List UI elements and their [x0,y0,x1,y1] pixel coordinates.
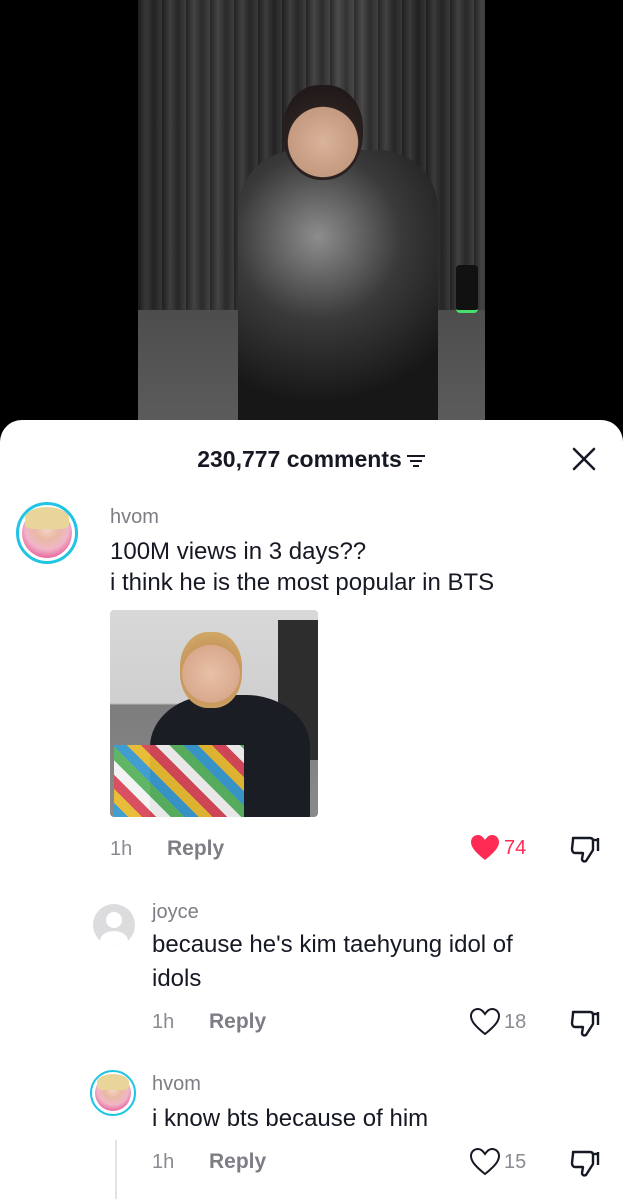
thumbs-down-icon[interactable] [570,834,600,864]
avatar[interactable] [93,904,135,946]
reply-button[interactable]: Reply [209,1150,266,1174]
reply-button[interactable]: Reply [209,1010,266,1034]
like-count: 15 [504,1150,527,1173]
comment-time: 1h [152,1151,175,1173]
comment-attached-image[interactable] [110,610,318,817]
speaker-device [456,265,478,313]
thumbs-down-icon[interactable] [570,1148,600,1178]
comment-text-line: idols [152,965,202,992]
reply-comment-item: joyce because he's kim taehyung idol of … [0,880,623,1070]
performer-head [283,85,363,180]
avatar-hair [97,1074,129,1090]
avatar[interactable] [16,502,78,564]
like-button[interactable]: 74 [470,834,526,862]
comment-item: hvom 100M views in 3 days?? i think he i… [0,420,623,880]
comment-time: 1h [110,838,133,860]
comment-username[interactable]: hvom [110,506,159,529]
comment-text-line: i know bts because of him [152,1105,429,1132]
comment-text-line: 100M views in 3 days?? [110,538,367,565]
heart-icon [470,1008,500,1036]
image-person-head [180,632,242,708]
default-avatar-body [100,931,128,946]
heart-icon [471,835,499,860]
avatar[interactable] [90,1070,136,1116]
reply-button[interactable]: Reply [167,837,224,861]
image-laptop-stickers [114,745,244,817]
comment-text-line: i think he is the most popular in BTS [110,569,495,596]
app-screen: 230,777 comments hvom 100M views in 3 da… [0,0,623,1199]
default-avatar-head [106,912,122,928]
video-player[interactable] [138,0,485,440]
avatar-hair [25,507,69,529]
thumbs-down-icon[interactable] [570,1008,600,1038]
comment-time: 1h [152,1011,175,1033]
comment-username[interactable]: hvom [152,1073,201,1096]
comment-username[interactable]: joyce [152,901,199,924]
like-count: 74 [504,836,527,859]
heart-icon [470,1148,500,1176]
comment-text-line: because he's kim taehyung idol of [152,931,513,958]
like-button[interactable]: 15 [470,1148,526,1176]
like-button[interactable]: 18 [470,1008,526,1036]
comments-sheet: 230,777 comments hvom 100M views in 3 da… [0,420,623,1199]
reply-comment-item: hvom i know bts because of him 1h Reply … [0,1060,623,1199]
like-count: 18 [504,1010,527,1033]
performer-figure [238,150,438,440]
